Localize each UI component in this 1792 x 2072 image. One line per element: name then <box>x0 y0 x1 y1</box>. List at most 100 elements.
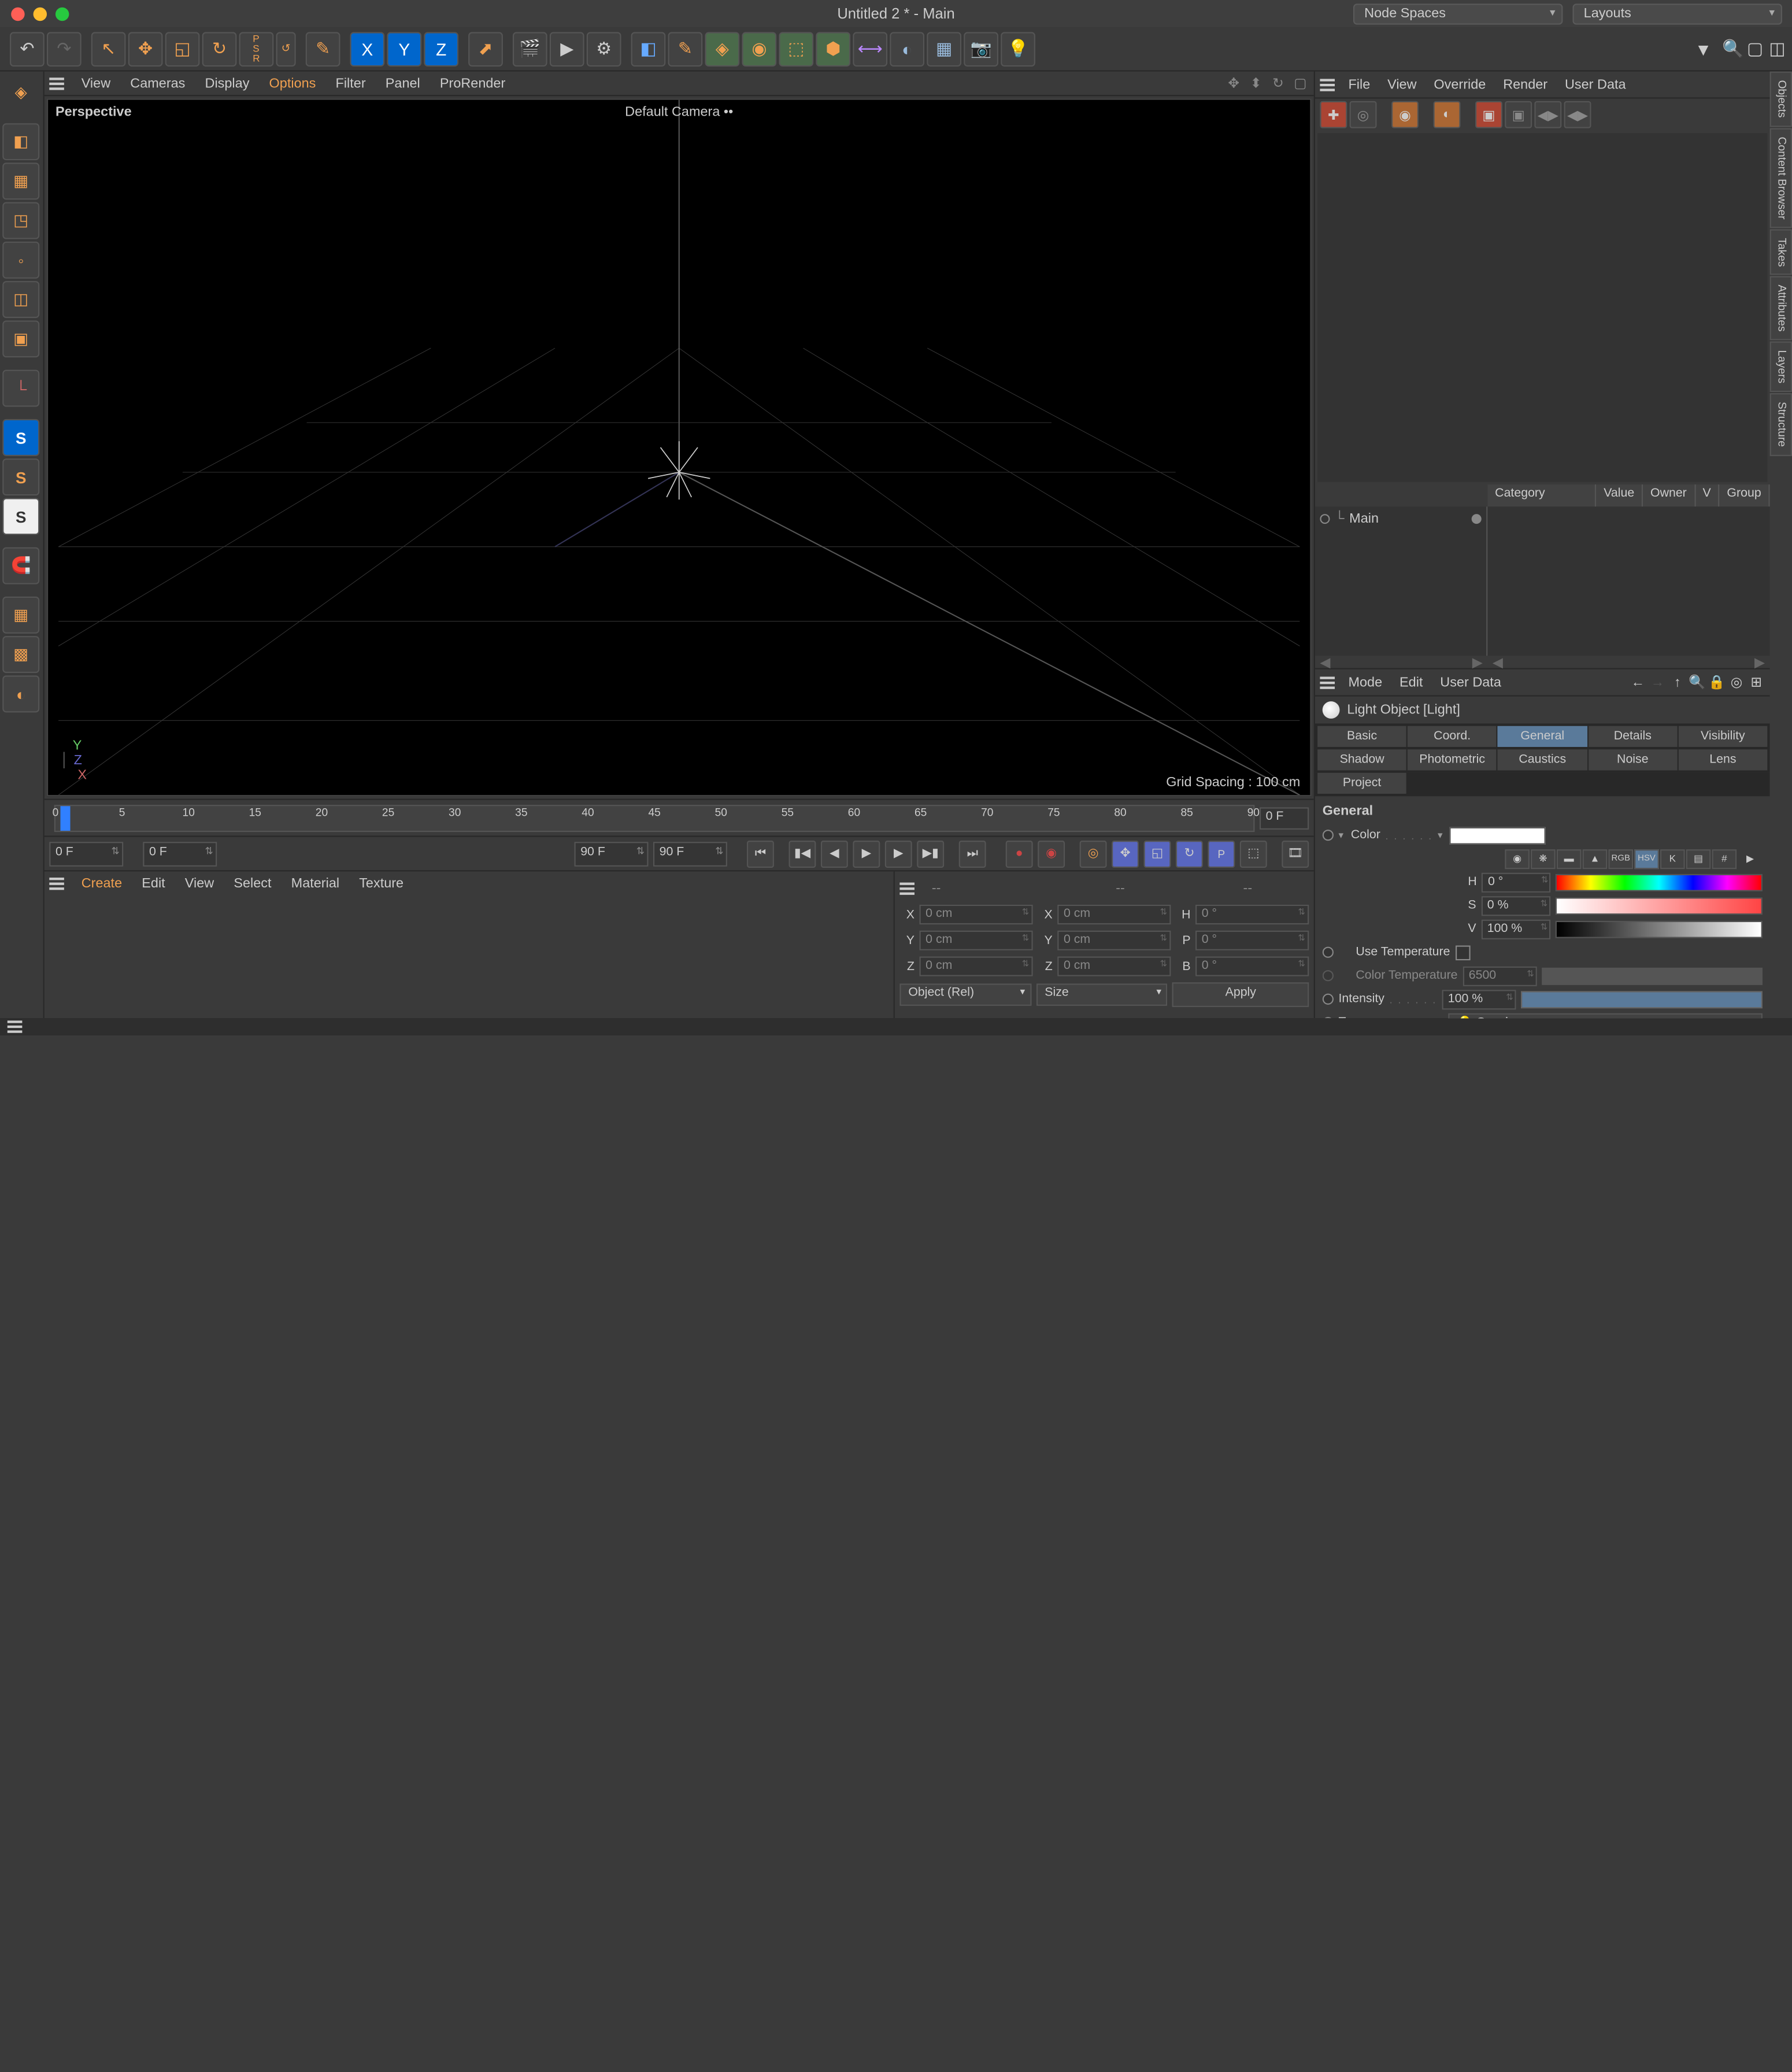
undo-button[interactable]: ↶ <box>10 31 45 66</box>
mat-menu-edit[interactable]: Edit <box>132 874 175 894</box>
obj-menu-view[interactable]: View <box>1379 75 1425 94</box>
attr-tab-project[interactable]: Project <box>1317 773 1406 794</box>
filter-icon[interactable]: ▼ <box>1686 31 1721 66</box>
attr-tab-caustics[interactable]: Caustics <box>1498 749 1587 770</box>
camera-button[interactable]: 📷 <box>964 31 998 66</box>
take-cam-icon[interactable]: ◐ <box>1434 101 1461 128</box>
snap-button[interactable]: S <box>2 419 39 456</box>
play-button[interactable]: ▶ <box>853 840 880 867</box>
axis-mode-button[interactable]: └ <box>2 370 39 407</box>
color-hex-icon[interactable]: # <box>1712 849 1737 868</box>
coord-field[interactable]: 0 ° <box>1195 931 1309 950</box>
color-k-icon[interactable]: K <box>1660 849 1685 868</box>
viewport-menu-icon[interactable] <box>49 77 64 89</box>
take-mark2-icon[interactable]: ◀▶ <box>1564 101 1591 128</box>
key-scale-button[interactable]: ◱ <box>1144 840 1171 867</box>
workplane2-button[interactable]: ▦ <box>2 597 39 634</box>
vp-nav-layout-icon[interactable]: ▢ <box>1291 75 1309 92</box>
attr-nav-up-icon[interactable]: ↑ <box>1669 674 1686 691</box>
polys-mode-button[interactable]: ▣ <box>2 320 39 357</box>
coord-field[interactable]: 0 cm <box>920 956 1033 976</box>
attr-tab-photometric[interactable]: Photometric <box>1408 749 1497 770</box>
take-render1-icon[interactable]: ▣ <box>1475 101 1502 128</box>
render-pv-button[interactable]: ▶ <box>550 31 584 66</box>
color-swatches-icon[interactable]: ▤ <box>1686 849 1711 868</box>
status-menu-icon[interactable] <box>8 1020 23 1033</box>
z-axis-button[interactable]: Z <box>424 31 458 66</box>
hue-field[interactable]: 0 ° <box>1482 872 1550 891</box>
attr-tab-basic[interactable]: Basic <box>1317 726 1406 747</box>
take-bullet-icon[interactable] <box>1320 514 1330 524</box>
take-render2-icon[interactable]: ▣ <box>1505 101 1532 128</box>
instance-button[interactable]: ◉ <box>742 31 776 66</box>
vp-menu-panel[interactable]: Panel <box>376 73 430 93</box>
layouts-select[interactable]: Layouts <box>1572 3 1782 24</box>
psr-button[interactable]: PSR <box>239 31 274 66</box>
mat-menu-texture[interactable]: Texture <box>349 874 413 894</box>
takes-col-owner[interactable]: Owner <box>1643 484 1695 506</box>
light-button[interactable]: 💡 <box>1001 31 1035 66</box>
attr-menu-edit[interactable]: Edit <box>1391 672 1431 692</box>
key-rot-button[interactable]: ↻ <box>1176 840 1203 867</box>
single-view-icon[interactable]: ▢ <box>1745 31 1765 66</box>
coord-field[interactable]: 0 ° <box>1195 905 1309 924</box>
minimize-window-icon[interactable] <box>34 7 47 20</box>
coord-size-select[interactable]: Size <box>1036 983 1167 1005</box>
take-autotake-icon[interactable]: ◎ <box>1350 101 1377 128</box>
move-tool-button[interactable]: ✥ <box>128 31 163 66</box>
attr-tab-details[interactable]: Details <box>1588 726 1677 747</box>
key-pos-button[interactable]: ✥ <box>1112 840 1139 867</box>
coord-field[interactable]: 0 cm <box>1057 905 1171 924</box>
obj-menu-file[interactable]: File <box>1340 75 1379 94</box>
rtab-objects[interactable]: Objects <box>1770 72 1792 127</box>
points-mode-button[interactable]: ◦ <box>2 242 39 279</box>
workplane-button[interactable]: ◳ <box>2 202 39 239</box>
key-options-button[interactable]: 🎞 <box>1282 840 1309 867</box>
intensity-slider[interactable] <box>1520 990 1762 1008</box>
volume-button[interactable]: ⬢ <box>816 31 850 66</box>
obj-menu-userdata[interactable]: User Data <box>1556 75 1634 94</box>
attr-menu-mode[interactable]: Mode <box>1340 672 1391 692</box>
take-main-item[interactable]: Main <box>1349 512 1379 527</box>
coord-field[interactable]: 0 ° <box>1195 956 1309 976</box>
attr-tab-shadow[interactable]: Shadow <box>1317 749 1406 770</box>
coord-apply-button[interactable]: Apply <box>1172 982 1309 1007</box>
goto-key-prev-button[interactable]: ▮◀ <box>789 840 816 867</box>
close-window-icon[interactable] <box>11 7 24 20</box>
coord-menu-icon[interactable] <box>899 883 914 895</box>
prop-bullet[interactable] <box>1323 993 1334 1004</box>
vp-menu-cameras[interactable]: Cameras <box>120 73 195 93</box>
attr-nav-back-icon[interactable]: ← <box>1630 674 1647 691</box>
autokey-button[interactable]: ◉ <box>1038 840 1065 867</box>
zoom-window-icon[interactable] <box>55 7 69 20</box>
timeline-ruler[interactable]: 051015202530354045505560657075808590 <box>54 804 1255 831</box>
attr-tab-visibility[interactable]: Visibility <box>1678 726 1767 747</box>
snap3-button[interactable]: S <box>2 498 39 535</box>
snap2-button[interactable]: S <box>2 458 39 495</box>
color-spectrum-icon[interactable]: ▬ <box>1557 849 1582 868</box>
take-mark1-icon[interactable]: ◀▶ <box>1534 101 1561 128</box>
color-image-icon[interactable]: ▲ <box>1583 849 1608 868</box>
x-axis-button[interactable]: X <box>350 31 385 66</box>
takes-tree[interactable]: └ Main <box>1315 506 1487 656</box>
prop-bullet[interactable] <box>1323 830 1334 841</box>
vp-menu-view[interactable]: View <box>72 73 121 93</box>
val-field[interactable]: 100 % <box>1481 919 1550 938</box>
y-axis-button[interactable]: Y <box>387 31 421 66</box>
goto-key-next-button[interactable]: ▶▮ <box>917 840 944 867</box>
step-back-button[interactable]: ◀ <box>821 840 848 867</box>
prop-bullet[interactable] <box>1323 946 1334 957</box>
attr-lock-icon[interactable]: 🔒 <box>1708 674 1726 691</box>
rotate-tool-button[interactable]: ↻ <box>202 31 237 66</box>
color-rgb-icon[interactable]: RGB <box>1608 849 1633 868</box>
last-tool-button[interactable]: ✎ <box>306 31 340 66</box>
mat-menu-view[interactable]: View <box>175 874 224 894</box>
coord-field[interactable]: 0 cm <box>920 905 1033 924</box>
vp-menu-options[interactable]: Options <box>259 73 325 93</box>
timeline-playhead[interactable] <box>60 805 70 830</box>
color-hsv-icon[interactable]: HSV <box>1634 849 1659 868</box>
attr-search-icon[interactable]: 🔍 <box>1689 674 1706 691</box>
color-swatch[interactable] <box>1450 827 1546 844</box>
model-mode-button[interactable]: ◧ <box>2 123 39 160</box>
takes-col-v[interactable]: V <box>1695 484 1720 506</box>
